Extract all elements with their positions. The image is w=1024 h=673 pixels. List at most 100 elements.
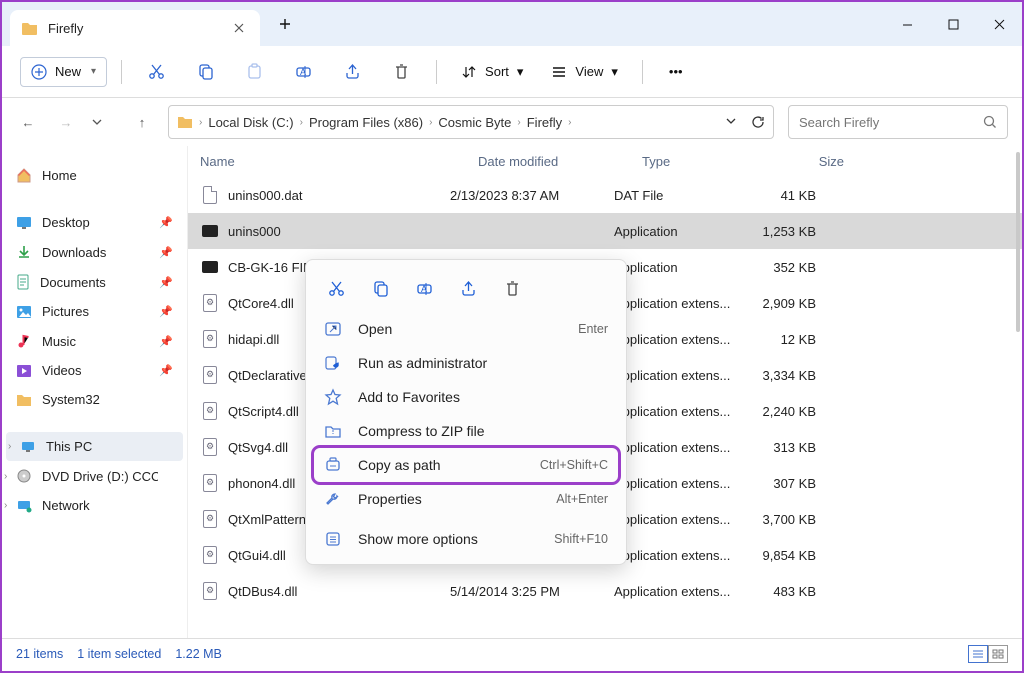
status-selected-count: 1 item selected: [77, 647, 161, 661]
file-type: DAT File: [614, 188, 744, 203]
view-button[interactable]: View ▾: [541, 58, 627, 86]
window-tab[interactable]: Firefly: [10, 10, 260, 46]
separator: [642, 60, 643, 84]
file-row[interactable]: unins000Application1,253 KB: [188, 213, 1022, 249]
sidebar-item-documents[interactable]: Documents📌: [2, 267, 187, 297]
sidebar-dvd-drive[interactable]: ›DVD Drive (D:) CCC: [2, 461, 187, 491]
chevron-right-icon[interactable]: ›: [8, 441, 11, 452]
cut-icon[interactable]: [322, 274, 350, 302]
sidebar-item-downloads[interactable]: Downloads📌: [2, 237, 187, 267]
sidebar-item-music[interactable]: Music📌: [2, 326, 187, 356]
context-menu-quick-actions: A: [314, 268, 618, 312]
context-menu-label: Open: [358, 321, 564, 337]
breadcrumb[interactable]: › Local Disk (C:)› Program Files (x86)› …: [168, 105, 774, 139]
file-icon: [200, 258, 220, 276]
context-menu-item[interactable]: PropertiesAlt+Enter: [314, 482, 618, 516]
new-tab-icon[interactable]: [278, 17, 292, 31]
column-type[interactable]: Type: [642, 154, 772, 169]
breadcrumb-segment[interactable]: Cosmic Byte: [438, 115, 511, 130]
copy-icon[interactable]: [185, 55, 226, 88]
sidebar-home[interactable]: Home: [2, 160, 187, 190]
status-item-count: 21 items: [16, 647, 63, 661]
delete-icon[interactable]: [381, 55, 422, 88]
chevron-down-icon[interactable]: [725, 115, 737, 129]
file-size: 307 KB: [744, 476, 832, 491]
shield-icon: [324, 354, 344, 372]
breadcrumb-segment[interactable]: Local Disk (C:): [208, 115, 293, 130]
file-icon: [200, 438, 220, 456]
search-box[interactable]: [788, 105, 1008, 139]
share-icon[interactable]: [332, 55, 373, 88]
close-window-button[interactable]: [976, 6, 1022, 42]
file-size: 352 KB: [744, 260, 832, 275]
close-tab-icon[interactable]: [234, 23, 248, 33]
context-menu-item[interactable]: Run as administrator: [314, 346, 618, 380]
file-name: QtXmlPattern: [228, 512, 306, 527]
context-menu-item[interactable]: Add to Favorites: [314, 380, 618, 414]
maximize-button[interactable]: [930, 6, 976, 42]
pin-icon: 📌: [159, 364, 173, 377]
context-menu-item[interactable]: Show more optionsShift+F10: [314, 522, 618, 556]
context-menu-item[interactable]: Open Enter: [314, 312, 618, 346]
search-icon[interactable]: [983, 115, 997, 129]
search-input[interactable]: [799, 115, 975, 130]
file-size: 12 KB: [744, 332, 832, 347]
sidebar-item-pictures[interactable]: Pictures📌: [2, 297, 187, 326]
chevron-right-icon: ›: [199, 117, 202, 128]
sort-button[interactable]: Sort ▾: [451, 58, 533, 86]
more-icon: [324, 530, 344, 548]
file-type: Application extens...: [614, 440, 744, 455]
more-icon[interactable]: •••: [657, 56, 695, 87]
breadcrumb-segment[interactable]: Program Files (x86): [309, 115, 423, 130]
paste-icon: [234, 55, 275, 88]
up-button[interactable]: ↑: [130, 115, 154, 130]
file-size: 3,334 KB: [744, 368, 832, 383]
sidebar-item-videos[interactable]: Videos📌: [2, 356, 187, 385]
share-icon[interactable]: [454, 274, 482, 302]
column-size[interactable]: Size: [772, 154, 860, 169]
open-icon: [324, 320, 344, 338]
chevron-right-icon[interactable]: ›: [4, 500, 7, 511]
sidebar-network[interactable]: ›Network: [2, 491, 187, 520]
status-bar: 21 items 1 item selected 1.22 MB: [2, 638, 1022, 668]
wrench-icon: [324, 490, 344, 508]
scrollbar[interactable]: [1016, 152, 1020, 332]
sidebar-item-desktop[interactable]: Desktop📌: [2, 208, 187, 237]
file-type: Application: [614, 224, 744, 239]
context-menu-shortcut: Alt+Enter: [556, 492, 608, 506]
chevron-down-icon: ▾: [611, 64, 618, 80]
file-type: Application extens...: [614, 296, 744, 311]
delete-icon[interactable]: [498, 274, 526, 302]
column-date[interactable]: Date modified: [478, 154, 642, 169]
details-view-icon[interactable]: [968, 645, 988, 663]
cut-icon[interactable]: [136, 55, 177, 88]
back-button[interactable]: ←: [16, 115, 40, 130]
context-menu-shortcut: Enter: [578, 322, 608, 336]
view-toggle[interactable]: [968, 645, 1008, 663]
refresh-icon[interactable]: [751, 115, 765, 129]
file-type: Application extens...: [614, 404, 744, 419]
sidebar-item-system32[interactable]: System32: [2, 385, 187, 414]
sidebar-this-pc[interactable]: ›This PC: [6, 432, 183, 461]
file-name: hidapi.dll: [228, 332, 279, 347]
file-name: unins000: [228, 224, 281, 239]
column-name[interactable]: Name: [200, 154, 478, 169]
file-name: QtCore4.dll: [228, 296, 294, 311]
copy-icon[interactable]: [366, 274, 394, 302]
file-row[interactable]: unins000.dat2/13/2023 8:37 AMDAT File41 …: [188, 177, 1022, 213]
breadcrumb-segment[interactable]: Firefly: [527, 115, 562, 130]
recent-locations-icon[interactable]: [92, 117, 116, 127]
context-menu-label: Run as administrator: [358, 355, 594, 371]
context-menu-item[interactable]: Copy as pathCtrl+Shift+C: [314, 448, 618, 482]
file-row[interactable]: QtDBus4.dll5/14/2014 3:25 PMApplication …: [188, 573, 1022, 609]
pin-icon: 📌: [159, 246, 173, 259]
file-icon: [200, 186, 220, 204]
minimize-button[interactable]: [884, 6, 930, 42]
large-icons-view-icon[interactable]: [988, 645, 1008, 663]
context-menu-item[interactable]: Compress to ZIP file: [314, 414, 618, 448]
new-button[interactable]: New ▾: [20, 57, 107, 87]
chevron-right-icon[interactable]: ›: [4, 471, 7, 482]
navigation-row: ← → ↑ › Local Disk (C:)› Program Files (…: [2, 98, 1022, 146]
rename-icon[interactable]: A: [283, 55, 324, 88]
rename-icon[interactable]: A: [410, 274, 438, 302]
